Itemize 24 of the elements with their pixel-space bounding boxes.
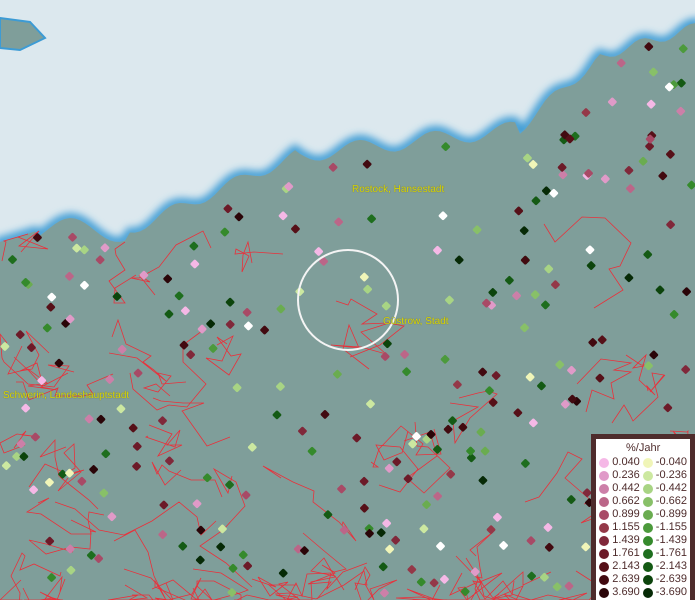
legend-label: -0.040 — [656, 456, 687, 469]
legend-title: %/Jahr — [625, 442, 662, 455]
legend-label: 0.662 — [612, 495, 640, 508]
legend-label: -1.761 — [656, 547, 687, 560]
legend-label: -0.899 — [656, 508, 687, 521]
legend-label: 1.761 — [612, 547, 640, 560]
place-label: Rostock, Hansestadt — [352, 184, 444, 195]
legend-label: 1.155 — [612, 521, 640, 534]
legend-label: -2.639 — [656, 573, 687, 586]
legend-label: -1.155 — [656, 521, 687, 534]
legend-label: 2.143 — [612, 560, 640, 573]
legend-label: 0.442 — [612, 482, 640, 495]
legend-label: 1.439 — [612, 534, 640, 547]
legend-label: -0.662 — [656, 495, 687, 508]
legend-label: -3.690 — [656, 586, 687, 599]
legend-label: -1.439 — [656, 534, 687, 547]
legend-label: 2.639 — [612, 573, 640, 586]
legend-label: 0.899 — [612, 508, 640, 521]
legend-label: 3.690 — [612, 586, 640, 599]
legend-label: -2.143 — [656, 560, 687, 573]
legend-label: -0.236 — [656, 469, 687, 482]
legend-label: 0.040 — [612, 456, 640, 469]
legend-label: -0.442 — [656, 482, 687, 495]
legend-label: 0.236 — [612, 469, 640, 482]
